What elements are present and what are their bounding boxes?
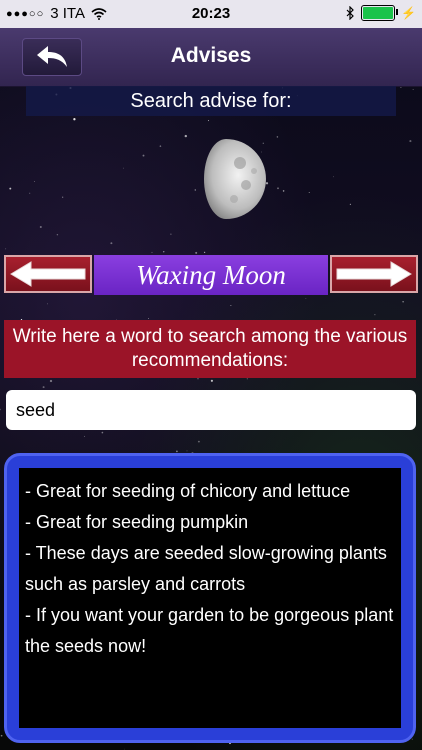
star <box>197 440 200 443</box>
charging-icon: ⚡ <box>401 6 416 20</box>
results-list: - Great for seeding of chicory and lettu… <box>19 468 401 728</box>
star <box>230 304 232 306</box>
star <box>142 154 145 157</box>
star <box>186 450 188 452</box>
star <box>123 167 125 169</box>
star <box>305 298 307 299</box>
star <box>246 378 248 380</box>
star <box>163 251 165 253</box>
result-item: - Great for seeding pumpkin <box>25 512 249 532</box>
moon-phase-icon <box>204 139 266 219</box>
star <box>34 181 35 182</box>
star <box>73 118 76 121</box>
star <box>56 233 59 236</box>
star <box>5 248 7 250</box>
page-title: Advises <box>170 44 252 67</box>
star <box>276 136 279 138</box>
status-bar: ●●●○○ 3 ITA 20:23 ⚡ <box>0 0 422 28</box>
star <box>151 251 153 253</box>
star <box>62 196 64 198</box>
star <box>47 303 48 305</box>
star <box>195 251 198 254</box>
star <box>101 431 104 434</box>
result-item: - Great for seeding of chicory and lettu… <box>25 481 351 501</box>
bluetooth-icon <box>346 6 354 20</box>
result-item: - If you want your garden to be gorgeous… <box>25 605 394 656</box>
right-arrow-icon <box>336 261 412 287</box>
star <box>0 734 3 737</box>
battery-icon <box>361 5 399 21</box>
star <box>29 192 31 194</box>
star <box>411 738 413 740</box>
left-arrow-icon <box>10 261 86 287</box>
star <box>148 318 149 319</box>
search-instructions: Write here a word to search among the va… <box>4 320 416 378</box>
star <box>39 225 42 229</box>
results-panel: - Great for seeding of chicory and lettu… <box>4 453 416 743</box>
star <box>333 176 335 178</box>
star <box>42 386 45 389</box>
star <box>412 89 414 90</box>
search-input[interactable] <box>6 390 416 430</box>
star <box>277 187 279 190</box>
star <box>110 242 113 245</box>
result-item: - These days are seeded slow-growing pla… <box>25 543 387 594</box>
star <box>207 120 210 122</box>
star <box>282 190 285 192</box>
star <box>402 301 404 303</box>
star <box>49 379 53 383</box>
star <box>159 145 162 147</box>
star <box>83 435 86 437</box>
star <box>123 748 125 750</box>
star <box>308 191 310 193</box>
next-phase-button[interactable] <box>330 255 418 293</box>
star <box>203 251 206 254</box>
star <box>210 379 213 382</box>
previous-phase-button[interactable] <box>4 255 92 293</box>
star <box>9 187 12 190</box>
star <box>349 203 352 206</box>
search-heading: Search advise for: <box>26 86 396 116</box>
star <box>170 233 172 235</box>
navigation-bar: Advises <box>0 28 422 87</box>
star <box>0 408 1 411</box>
star <box>197 378 199 380</box>
moon-phase-label: Waxing Moon <box>94 255 328 295</box>
star <box>374 314 376 316</box>
star <box>409 140 412 143</box>
